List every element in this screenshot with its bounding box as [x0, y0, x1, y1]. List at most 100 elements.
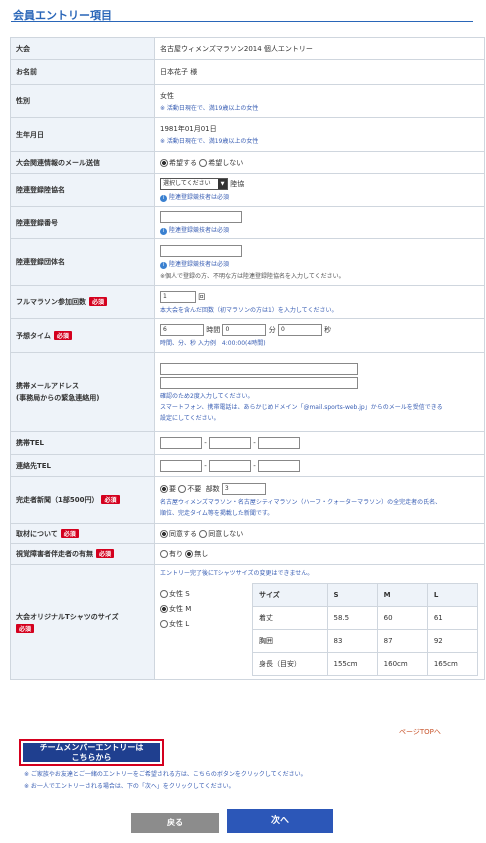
tshirt-s-radio[interactable]	[160, 590, 168, 598]
mail-no-radio[interactable]	[199, 158, 208, 167]
birth-note: ※ 活動日現在で、満19歳以上の女性	[160, 138, 259, 145]
size-head: L	[426, 583, 479, 607]
required-badge: 必須	[16, 623, 35, 633]
contact-tel-label: 連絡先TEL	[10, 454, 155, 477]
table-row: 身長（目安） 155cm 160cm 165cm	[252, 652, 479, 676]
interview-label: 取材について	[16, 529, 58, 538]
visual-yes-label: 有り	[169, 550, 183, 558]
event-label: 大会	[10, 37, 155, 60]
assoc-select[interactable]: 選択してください ▼	[160, 178, 228, 190]
dash: -	[253, 461, 256, 470]
size-cell: 58.5	[326, 606, 378, 630]
tshirt-s-label: 女性 S	[169, 590, 190, 598]
mobile-mail-input[interactable]	[160, 362, 358, 375]
size-cell: 61	[426, 606, 479, 630]
table-row: 着丈 58.5 60 61	[252, 606, 479, 630]
title-divider	[11, 21, 473, 22]
time-seconds-unit: 秒	[324, 326, 332, 334]
size-head: M	[376, 583, 428, 607]
newspaper-label: 完走者新聞（1部500円）	[16, 496, 99, 504]
size-cell: 83	[326, 629, 378, 653]
name-value: 日本花子 様	[154, 59, 485, 85]
assoc-select-value: 選択してください	[163, 180, 211, 187]
size-cell: 胸囲	[252, 629, 328, 653]
birth-value: 1981年01月01日	[160, 125, 217, 133]
chevron-down-icon: ▼	[218, 179, 227, 189]
team-entry-line1: チームメンバーエントリーは	[39, 742, 144, 752]
dash: -	[204, 461, 207, 470]
gender-label: 性別	[10, 84, 155, 118]
table-row: 胸囲 83 87 92	[252, 629, 479, 653]
mobile-mail-note3: 設定にしてください。	[160, 414, 220, 422]
mobile-tel-3-input[interactable]	[258, 437, 300, 449]
tshirt-note: エントリー完了後にTシャツサイズの変更はできません。	[160, 570, 314, 577]
interview-disagree-label: 同意しない	[208, 529, 244, 538]
assoc-name-note: 陸連登録競技者は必須	[169, 194, 230, 201]
mobile-tel-2-input[interactable]	[209, 437, 251, 449]
time-seconds-input[interactable]: 0	[277, 324, 322, 336]
interview-disagree-radio[interactable]	[199, 529, 208, 538]
mail-no-label: 希望しない	[208, 158, 244, 167]
next-button[interactable]: 次へ	[227, 809, 333, 833]
size-cell: 92	[426, 629, 479, 653]
tshirt-m-radio[interactable]	[160, 605, 168, 613]
assoc-team-label: 陸連登録団体名	[10, 238, 155, 286]
full-count-unit: 回	[198, 292, 206, 301]
visual-no-radio[interactable]	[185, 550, 194, 558]
newspaper-copies-input[interactable]: 3	[221, 483, 266, 495]
assoc-team-note: 陸連登録競技者は必須	[169, 260, 230, 268]
team-entry-button[interactable]: チームメンバーエントリーは こちらから	[19, 739, 164, 766]
size-cell: 身長（目安）	[252, 652, 328, 676]
mail-yes-radio[interactable]	[160, 158, 168, 167]
time-hours-input[interactable]: 6	[160, 324, 204, 336]
back-button[interactable]: 戻る	[131, 813, 219, 833]
mail-label: 大会関連情報のメール送信	[10, 151, 155, 174]
size-cell: 60	[376, 606, 428, 630]
dash: -	[253, 439, 256, 447]
newspaper-note1: 名古屋ウィメンズマラソン・名古屋シティマラソン（ハーフ・クォーターマラソン）の全…	[160, 499, 442, 506]
full-count-label: フルマラソン参加回数	[16, 298, 86, 306]
newspaper-no-radio[interactable]	[178, 485, 187, 493]
mobile-mail-note2: スマートフォン、携帯電話は、あらかじめドメイン「@mail.sports-web…	[160, 403, 443, 411]
assoc-suffix: 陸協	[230, 180, 245, 188]
contact-tel-2-input[interactable]	[209, 459, 251, 472]
time-label: 予想タイム	[16, 331, 51, 340]
gender-note: ※ 活動日現在で、満19歳以上の女性	[160, 104, 259, 112]
assoc-team-input[interactable]	[160, 244, 242, 257]
size-cell: 87	[376, 629, 428, 653]
team-entry-line2: こちらから	[71, 752, 112, 762]
interview-agree-radio[interactable]	[160, 529, 168, 538]
size-cell: 155cm	[326, 652, 378, 676]
tshirt-l-radio[interactable]	[160, 620, 168, 628]
full-count-note: 本大会を含んだ回数（初マラソンの方は1）を入力してください。	[160, 306, 338, 314]
footer-note2: ※ お一人でエントリーされる場合は、下の「次へ」をクリックしてください。	[24, 783, 235, 790]
tshirt-label: 大会オリジナルTシャツのサイズ	[16, 612, 119, 621]
newspaper-copies-label: 部数	[205, 485, 220, 493]
time-minutes-input[interactable]: 0	[222, 324, 267, 336]
assoc-no-label: 陸連登録番号	[10, 206, 155, 239]
assoc-no-note: 陸連登録競技者は必須	[169, 226, 230, 234]
name-label: お名前	[10, 59, 155, 85]
required-badge: 必須	[101, 495, 120, 504]
newspaper-yes-label: 要	[169, 485, 176, 493]
newspaper-yes-radio[interactable]	[160, 485, 168, 493]
mobile-tel-1-input[interactable]	[160, 437, 202, 449]
contact-tel-1-input[interactable]	[160, 459, 202, 472]
tshirt-l-label: 女性 L	[169, 620, 190, 628]
assoc-team-note2: ※個人で登録の方、不明な方は陸連登録陸協名を入力してください。	[160, 272, 345, 280]
full-count-input[interactable]: 1	[160, 290, 196, 303]
size-cell: 160cm	[376, 652, 428, 676]
mobile-mail-label2: (事務局からの緊急連絡用)	[16, 394, 100, 402]
mobile-mail-confirm-input[interactable]	[160, 376, 358, 389]
visual-yes-radio[interactable]	[160, 550, 168, 558]
interview-agree-label: 同意する	[169, 529, 197, 538]
mobile-mail-note1: 確認のため2度入力してください。	[160, 392, 254, 400]
info-icon: i	[160, 261, 167, 269]
page-top-link[interactable]: ページTOPへ	[399, 727, 441, 737]
visual-label: 視覚障害者伴走者の有無	[16, 550, 93, 558]
newspaper-note2: 順位、完走タイム等を掲載した新聞です。	[160, 510, 274, 517]
assoc-no-input[interactable]	[160, 210, 242, 223]
contact-tel-3-input[interactable]	[258, 459, 300, 472]
visual-no-label: 無し	[194, 550, 209, 558]
assoc-name-label: 陸連登録陸協名	[10, 173, 155, 207]
